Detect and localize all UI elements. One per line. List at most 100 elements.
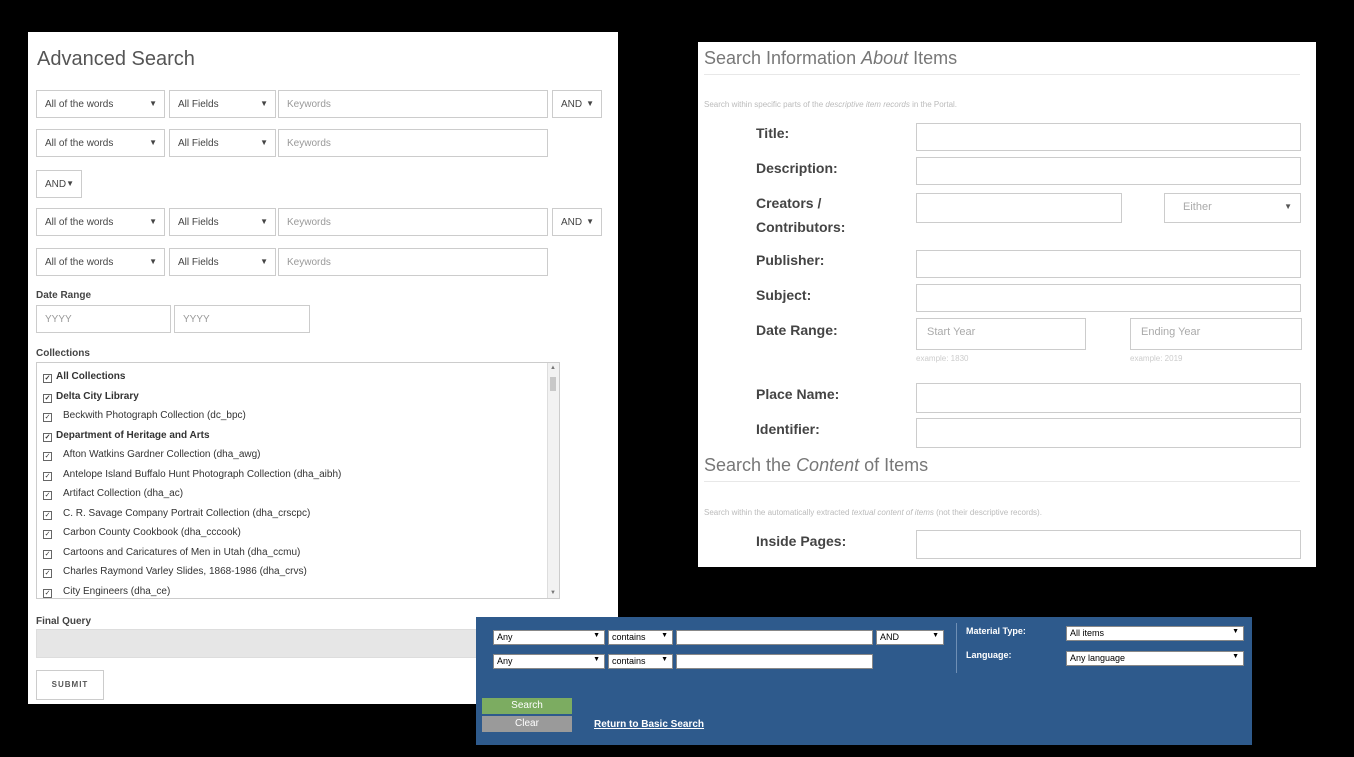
term-input-2[interactable] [676,654,873,669]
subject-input[interactable] [916,284,1301,312]
caret-down-icon: ▼ [260,99,268,108]
group-operator-select[interactable]: AND ▼ [36,170,82,198]
collection-item[interactable]: ✓ Delta City Library [43,391,139,403]
keyword-input-1[interactable]: Keywords [278,90,548,118]
end-year-input[interactable]: Ending Year [1130,318,1302,350]
place-name-input[interactable] [916,383,1301,413]
operator-value: AND [880,632,900,642]
field-select-value: Any [497,656,513,666]
caret-down-icon: ▼ [260,138,268,147]
operator-value: AND [561,99,583,110]
scroll-up-icon[interactable]: ▲ [550,365,556,371]
submit-button[interactable]: SUBMIT [36,670,104,700]
collection-item[interactable]: ✓ Artifact Collection (dha_ac) [43,488,183,500]
caret-down-icon: ▼ [66,179,74,188]
checkbox-checked-icon[interactable]: ✓ [43,549,52,559]
checkbox-checked-icon[interactable]: ✓ [43,530,52,539]
field-select-2[interactable]: Any ▼ [493,654,605,669]
checkbox-checked-icon[interactable]: ✓ [43,510,52,520]
date-to-input[interactable]: YYYY [174,305,310,333]
scroll-thumb[interactable] [550,377,556,391]
publisher-input[interactable] [916,250,1301,278]
scope-select-4[interactable]: All of the words ▼ [36,248,165,276]
title-input[interactable] [916,123,1301,151]
description-input[interactable] [916,157,1301,185]
title-label: Title: [756,125,790,141]
operator-select-3[interactable]: AND ▼ [552,208,602,236]
about-items-title: Search Information About Items [704,48,957,69]
divider [956,623,957,673]
collection-item[interactable]: ✓ C. R. Savage Company Portrait Collectio… [43,508,310,520]
caret-down-icon: ▼ [593,632,600,639]
about-hint-em: descriptive item records [825,100,910,109]
caret-down-icon: ▼ [149,138,157,147]
description-label: Description: [756,160,838,176]
collection-item[interactable]: ✓ Cartoons and Caricatures of Men in Utah… [43,547,300,559]
scope-select-3[interactable]: All of the words ▼ [36,208,165,236]
field-select-value: Any [497,632,513,642]
caret-down-icon: ▼ [1232,653,1239,660]
collection-item[interactable]: ✓ Antelope Island Buffalo Hunt Photograph… [43,469,341,481]
keyword-input-2[interactable]: Keywords [278,129,548,157]
term-input-1[interactable] [676,630,873,645]
collection-item[interactable]: ✓ All Collections [43,371,125,383]
language-select[interactable]: Any language ▼ [1066,651,1244,666]
condition-select-2[interactable]: contains ▼ [608,654,673,669]
identifier-input[interactable] [916,418,1301,448]
checkbox-checked-icon[interactable]: ✓ [43,491,52,500]
return-to-basic-search-link[interactable]: Return to Basic Search [594,719,704,730]
condition-select-1[interactable]: contains ▼ [608,630,673,645]
checkbox-checked-icon[interactable]: ✓ [43,374,52,383]
collection-label: Delta City Library [56,390,139,402]
checkbox-checked-icon[interactable]: ✓ [43,413,52,422]
field-select-4[interactable]: All Fields ▼ [169,248,276,276]
collections-scrollbar[interactable]: ▲ ▼ [547,363,559,598]
material-type-select[interactable]: All items ▼ [1066,626,1244,641]
scroll-down-icon[interactable]: ▼ [550,590,556,596]
collection-item[interactable]: ✓ Carbon County Cookbook (dha_cccook) [43,527,241,539]
operator-select[interactable]: AND ▼ [876,630,944,645]
collection-label: C. R. Savage Company Portrait Collection… [63,507,311,519]
collections-list[interactable]: ✓ All Collections ✓ Delta City Library ✓ Beck… [36,362,560,599]
collections-label: Collections [36,348,90,359]
field-select-1[interactable]: Any ▼ [493,630,605,645]
about-title-em: About [861,48,909,68]
field-select-value: All Fields [178,138,219,149]
scope-select-2[interactable]: All of the words ▼ [36,129,165,157]
field-select-1[interactable]: All Fields ▼ [169,90,276,118]
content-hint-pre: Search within the automatically extracte… [704,508,852,517]
collection-label: City Engineers (dha_ce) [63,585,171,597]
caret-down-icon: ▼ [661,656,668,663]
scope-select-value: All of the words [45,257,114,268]
about-hint-pre: Search within specific parts of the [704,100,826,109]
collection-item[interactable]: ✓ Afton Watkins Gardner Collection (dha_a… [43,449,261,461]
end-year-example: example: 2019 [1130,354,1183,363]
inside-pages-input[interactable] [916,530,1301,559]
field-select-3[interactable]: All Fields ▼ [169,208,276,236]
collection-item[interactable]: ✓ Beckwith Photograph Collection (dc_bpc) [43,410,246,422]
checkbox-checked-icon[interactable]: ✓ [43,432,52,442]
scope-select-1[interactable]: All of the words ▼ [36,90,165,118]
checkbox-checked-icon[interactable]: ✓ [43,569,52,578]
caret-down-icon: ▼ [149,217,157,226]
start-year-input[interactable]: Start Year [916,318,1086,350]
content-hint-em: textual content of items [851,508,934,517]
collection-item[interactable]: ✓ City Engineers (dha_ce) [43,586,170,598]
clear-button[interactable]: Clear [482,716,572,732]
creators-input[interactable] [916,193,1122,223]
blue-search-bar: Any ▼ contains ▼ AND ▼ Any ▼ contains ▼ Mater… [476,617,1252,745]
field-select-2[interactable]: All Fields ▼ [169,129,276,157]
keyword-input-3[interactable]: Keywords [278,208,548,236]
either-select[interactable]: Either ▼ [1164,193,1301,223]
operator-select-1[interactable]: AND ▼ [552,90,602,118]
collection-item[interactable]: ✓ Department of Heritage and Arts [43,430,210,442]
checkbox-checked-icon[interactable]: ✓ [43,452,52,461]
keyword-input-4[interactable]: Keywords [278,248,548,276]
search-button[interactable]: Search [482,698,572,714]
caret-down-icon: ▼ [1284,202,1292,211]
collection-item[interactable]: ✓ Charles Raymond Varley Slides, 1868-198… [43,566,307,578]
checkbox-checked-icon[interactable]: ✓ [43,588,52,598]
date-from-input[interactable]: YYYY [36,305,171,333]
checkbox-checked-icon[interactable]: ✓ [43,393,52,403]
checkbox-checked-icon[interactable]: ✓ [43,471,52,481]
